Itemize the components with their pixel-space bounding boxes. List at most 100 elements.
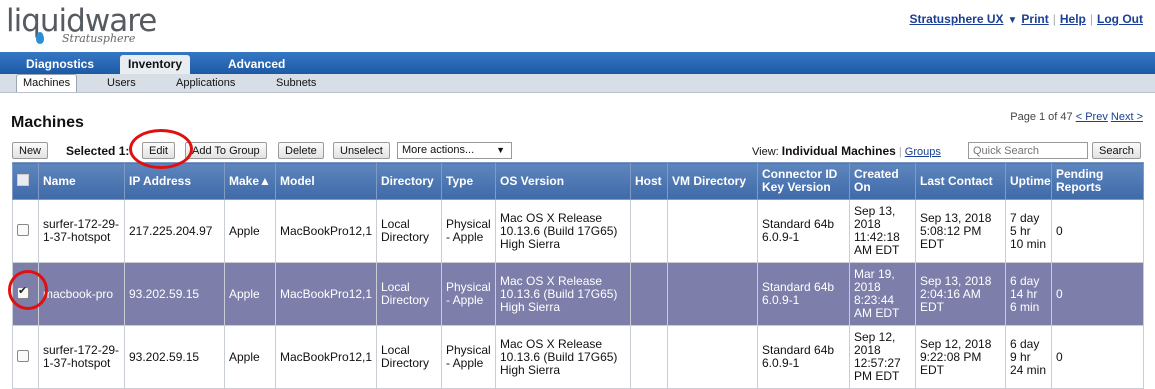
chevron-down-icon: ▼ — [496, 145, 505, 155]
machines-table: Name IP Address Make▲ Model Directory Ty… — [12, 162, 1144, 389]
select-all-checkbox[interactable] — [17, 173, 29, 186]
row-select-cell[interactable] — [12, 199, 39, 263]
subtab-subnets[interactable]: Subnets — [270, 75, 322, 92]
cell-host — [630, 199, 668, 263]
more-actions-dropdown[interactable]: More actions... ▼ — [397, 142, 512, 159]
liquidware-logo: liquidware Stratusphere — [6, 2, 157, 50]
main-nav-tabs: Diagnostics Inventory Advanced — [0, 52, 1155, 74]
prev-page-link[interactable]: < Prev — [1076, 111, 1108, 123]
column-header-os[interactable]: OS Version — [495, 162, 631, 200]
row-checkbox-checked[interactable] — [17, 285, 29, 299]
quick-search-input[interactable] — [968, 142, 1088, 159]
next-page-link[interactable]: Next > — [1111, 111, 1143, 123]
cell-make: Apple — [224, 325, 276, 389]
cell-created: Sep 12, 2018 12:57:27 PM EDT — [849, 325, 916, 389]
table-row[interactable]: surfer-172-29-1-37-hotspot 93.202.59.15 … — [12, 325, 1144, 389]
cell-model: MacBookPro12,1 — [275, 262, 377, 326]
view-prefix: View: — [752, 146, 779, 158]
cell-vm-directory — [667, 325, 758, 389]
row-select-cell[interactable] — [12, 325, 39, 389]
select-all-cell[interactable] — [12, 162, 39, 200]
cell-uptime: 7 day 5 hr 10 min — [1005, 199, 1052, 263]
cell-directory: Local Directory — [376, 325, 442, 389]
subtab-machines[interactable]: Machines — [16, 74, 78, 92]
cell-uptime: 6 day 14 hr 6 min — [1005, 262, 1052, 326]
logout-link[interactable]: Log Out — [1097, 12, 1143, 26]
view-current: Individual Machines — [781, 144, 896, 158]
top-bar: liquidware Stratusphere Stratusphere UX ▼… — [0, 0, 1155, 52]
new-button[interactable]: New — [12, 142, 49, 159]
cell-directory: Local Directory — [376, 199, 442, 263]
tab-diagnostics[interactable]: Diagnostics — [18, 55, 102, 74]
column-header-directory[interactable]: Directory — [376, 162, 442, 200]
cell-pending: 0 — [1051, 325, 1144, 389]
page-title: Machines — [11, 114, 84, 131]
cell-make: Apple — [224, 262, 276, 326]
cell-pending: 0 — [1051, 262, 1144, 326]
column-header-host[interactable]: Host — [630, 162, 668, 200]
user-menu-link[interactable]: Stratusphere UX — [909, 12, 1003, 26]
logo-subtitle: Stratusphere — [62, 32, 136, 45]
column-header-vm-directory[interactable]: VM Directory — [667, 162, 758, 200]
cell-last-contact: Sep 12, 2018 9:22:08 PM EDT — [915, 325, 1006, 389]
sub-nav-tabs: Machines Users Applications Subnets — [0, 74, 1155, 93]
table-row-selected[interactable]: macbook-pro 93.202.59.15 Apple MacBookPr… — [12, 262, 1144, 326]
pager: Page 1 of 47 < Prev Next > — [1010, 111, 1143, 123]
cell-connector: Standard 64b 6.0.9-1 — [757, 262, 850, 326]
column-header-ip[interactable]: IP Address — [124, 162, 225, 200]
cell-os: Mac OS X Release 10.13.6 (Build 17G65) H… — [495, 325, 631, 389]
cell-pending: 0 — [1051, 199, 1144, 263]
help-link[interactable]: Help — [1060, 12, 1086, 26]
row-checkbox[interactable] — [17, 223, 29, 236]
droplet-icon — [36, 32, 44, 44]
cell-host — [630, 325, 668, 389]
caret-down-icon[interactable]: ▼ — [1008, 15, 1018, 26]
subtab-users[interactable]: Users — [101, 75, 142, 92]
column-header-type[interactable]: Type — [441, 162, 496, 200]
cell-os: Mac OS X Release 10.13.6 (Build 17G65) H… — [495, 262, 631, 326]
cell-vm-directory — [667, 199, 758, 263]
column-header-last-contact[interactable]: Last Contact — [915, 162, 1006, 200]
cell-ip: 217.225.204.97 — [124, 199, 225, 263]
cell-name: surfer-172-29-1-37-hotspot — [38, 199, 125, 263]
column-header-model[interactable]: Model — [275, 162, 377, 200]
more-actions-label: More actions... — [402, 144, 475, 156]
top-links: Stratusphere UX ▼ Print | Help | Log Out — [909, 12, 1143, 26]
column-header-connector[interactable]: Connector ID Key Version — [757, 162, 850, 200]
cell-name: macbook-pro — [38, 262, 125, 326]
tab-advanced[interactable]: Advanced — [220, 55, 293, 74]
cell-ip: 93.202.59.15 — [124, 262, 225, 326]
row-select-cell[interactable] — [12, 262, 39, 326]
column-header-created[interactable]: Created On — [849, 162, 916, 200]
column-header-name[interactable]: Name — [38, 162, 125, 200]
edit-button[interactable]: Edit — [142, 142, 175, 159]
groups-view-link[interactable]: Groups — [905, 146, 941, 158]
cell-type: Physical - Apple — [441, 262, 496, 326]
row-checkbox[interactable] — [17, 349, 29, 362]
separator: | — [1052, 12, 1056, 26]
unselect-button[interactable]: Unselect — [333, 142, 390, 159]
view-selector: View: Individual Machines | Groups — [752, 144, 941, 158]
search-button[interactable]: Search — [1092, 142, 1141, 159]
table-row[interactable]: surfer-172-29-1-37-hotspot 217.225.204.9… — [12, 199, 1144, 263]
print-link[interactable]: Print — [1021, 12, 1048, 26]
column-header-uptime[interactable]: Uptime — [1005, 162, 1052, 200]
cell-directory: Local Directory — [376, 262, 442, 326]
cell-vm-directory — [667, 262, 758, 326]
cell-created: Sep 13, 2018 11:42:18 AM EDT — [849, 199, 916, 263]
add-to-group-button[interactable]: Add To Group — [185, 142, 267, 159]
delete-button[interactable]: Delete — [278, 142, 324, 159]
selected-count: Selected 1: — [66, 144, 130, 158]
toolbar: New Selected 1: Edit Add To Group Delete… — [0, 141, 1155, 161]
cell-last-contact: Sep 13, 2018 2:04:16 AM EDT — [915, 262, 1006, 326]
cell-make: Apple — [224, 199, 276, 263]
cell-type: Physical - Apple — [441, 199, 496, 263]
separator: | — [898, 146, 902, 158]
column-header-make[interactable]: Make▲ — [224, 162, 276, 200]
cell-ip: 93.202.59.15 — [124, 325, 225, 389]
cell-type: Physical - Apple — [441, 325, 496, 389]
subtab-applications[interactable]: Applications — [170, 75, 241, 92]
cell-uptime: 6 day 9 hr 24 min — [1005, 325, 1052, 389]
tab-inventory[interactable]: Inventory — [120, 55, 191, 74]
column-header-pending[interactable]: Pending Reports — [1051, 162, 1144, 200]
